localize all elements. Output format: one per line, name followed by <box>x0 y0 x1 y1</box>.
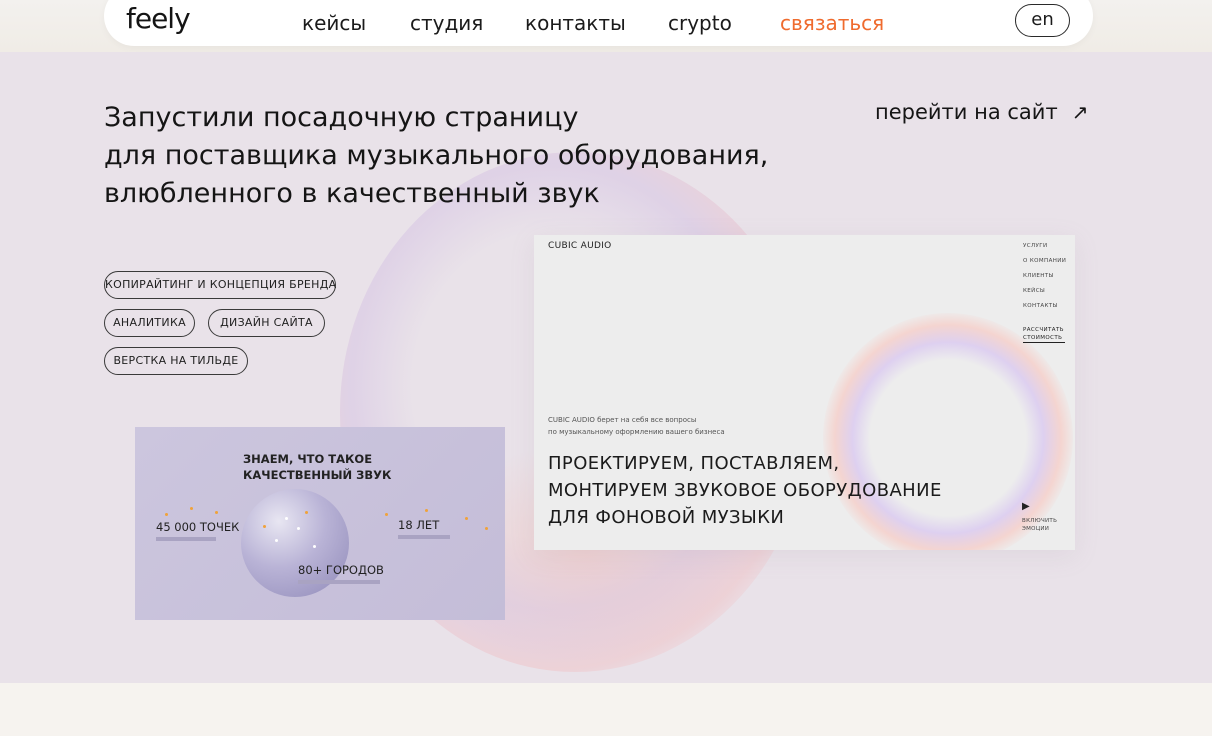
tag-analytics[interactable]: АНАЛИТИКА <box>104 309 195 337</box>
sphere-dot <box>305 511 308 514</box>
stat-cities: 80+ ГОРОДОВ <box>298 563 384 577</box>
case-title: Запустили посадочную страницу для постав… <box>104 99 784 213</box>
preview-heading-line-3: ДЛЯ ФОНОВОЙ МУЗЫКИ <box>548 507 785 528</box>
preview-cta-line-2: СТОИМОСТЬ <box>1023 335 1063 341</box>
preview-cta-line-1: РАССЧИТАТЬ <box>1023 327 1064 333</box>
sphere-dot <box>425 509 428 512</box>
tag-web-design[interactable]: ДИЗАЙН САЙТА <box>208 309 325 337</box>
preview-card-small: ЗНАЕМ, ЧТО ТАКОЕ КАЧЕСТВЕННЫЙ ЗВУК 45 00… <box>135 427 505 620</box>
stat-cities-caption <box>298 580 380 584</box>
go-to-site-link[interactable]: перейти на сайт ↗ <box>875 100 1088 124</box>
play-icon: ▶ <box>1022 501 1030 512</box>
sphere-dot <box>385 513 388 516</box>
logo[interactable]: feely <box>126 2 191 35</box>
preview-small-title: ЗНАЕМ, ЧТО ТАКОЕ КАЧЕСТВЕННЫЙ ЗВУК <box>243 452 392 482</box>
contact-cta-link[interactable]: связаться <box>780 11 884 35</box>
preview-menu-clients: КЛИЕНТЫ <box>1023 273 1054 279</box>
top-navigation: feely кейсы студия контакты crypto связа… <box>104 0 1093 46</box>
case-title-line-1: Запустили посадочную страницу <box>104 102 579 133</box>
preview-intro-line-2: по музыкальному оформлению вашего бизнес… <box>548 428 725 436</box>
preview-calc-cost-link: РАССЧИТАТЬ СТОИМОСТЬ <box>1023 326 1065 343</box>
preview-intro-line-1: CUBIC AUDIO берет на себя все вопросы <box>548 416 697 424</box>
preview-menu-about: О КОМПАНИИ <box>1023 258 1067 264</box>
sphere-dot <box>485 527 488 530</box>
preview-brand: CUBIC AUDIO <box>548 241 612 251</box>
sphere-dot <box>297 527 300 530</box>
preview-play-label-line-2: ЭМОЦИИ <box>1022 526 1050 532</box>
preview-menu-services: УСЛУГИ <box>1023 243 1048 249</box>
sphere-dot <box>165 513 168 516</box>
language-switch-button[interactable]: en <box>1015 4 1070 37</box>
case-title-line-2: для поставщика музыкального оборудования… <box>104 140 769 171</box>
stat-points: 45 000 ТОЧЕК <box>156 520 240 534</box>
preview-card-large: CUBIC AUDIO УСЛУГИ О КОМПАНИИ КЛИЕНТЫ КЕ… <box>534 235 1075 550</box>
preview-heading-line-1: ПРОЕКТИРУЕМ, ПОСТАВЛЯЕМ, <box>548 453 840 474</box>
tag-copywriting[interactable]: КОПИРАЙТИНГ И КОНЦЕПЦИЯ БРЕНДА <box>104 271 336 299</box>
case-title-line-3: влюбленного в качественный звук <box>104 178 600 209</box>
nav-item-crypto[interactable]: crypto <box>668 11 732 35</box>
sphere-dot <box>215 511 218 514</box>
stat-points-caption <box>156 537 216 541</box>
preview-heading: ПРОЕКТИРУЕМ, ПОСТАВЛЯЕМ, МОНТИРУЕМ ЗВУКО… <box>548 450 942 531</box>
tag-tilda-layout[interactable]: ВЕРСТКА НА ТИЛЬДЕ <box>104 347 248 375</box>
sphere-dot <box>313 545 316 548</box>
sphere-dot <box>465 517 468 520</box>
sphere-dot <box>275 539 278 542</box>
stat-years: 18 ЛЕТ <box>398 518 440 532</box>
preview-play-label: ВКЛЮЧИТЬ ЭМОЦИИ <box>1022 517 1062 533</box>
arrow-up-right-icon: ↗ <box>1071 100 1089 124</box>
stat-years-caption <box>398 535 450 539</box>
preview-menu-contacts: КОНТАКТЫ <box>1023 303 1058 309</box>
go-to-site-label: перейти на сайт <box>875 100 1058 124</box>
nav-item-cases[interactable]: кейсы <box>302 11 366 35</box>
case-hero-section: Запустили посадочную страницу для постав… <box>0 52 1212 683</box>
preview-heading-line-2: МОНТИРУЕМ ЗВУКОВОЕ ОБОРУДОВАНИЕ <box>548 480 942 501</box>
preview-play-label-line-1: ВКЛЮЧИТЬ <box>1022 518 1058 524</box>
sphere-dot <box>285 517 288 520</box>
sphere-dot <box>190 507 193 510</box>
preview-menu-cases: КЕЙСЫ <box>1023 288 1046 294</box>
nav-item-studio[interactable]: студия <box>410 11 483 35</box>
nav-item-contacts[interactable]: контакты <box>525 11 626 35</box>
sphere-dot <box>263 525 266 528</box>
